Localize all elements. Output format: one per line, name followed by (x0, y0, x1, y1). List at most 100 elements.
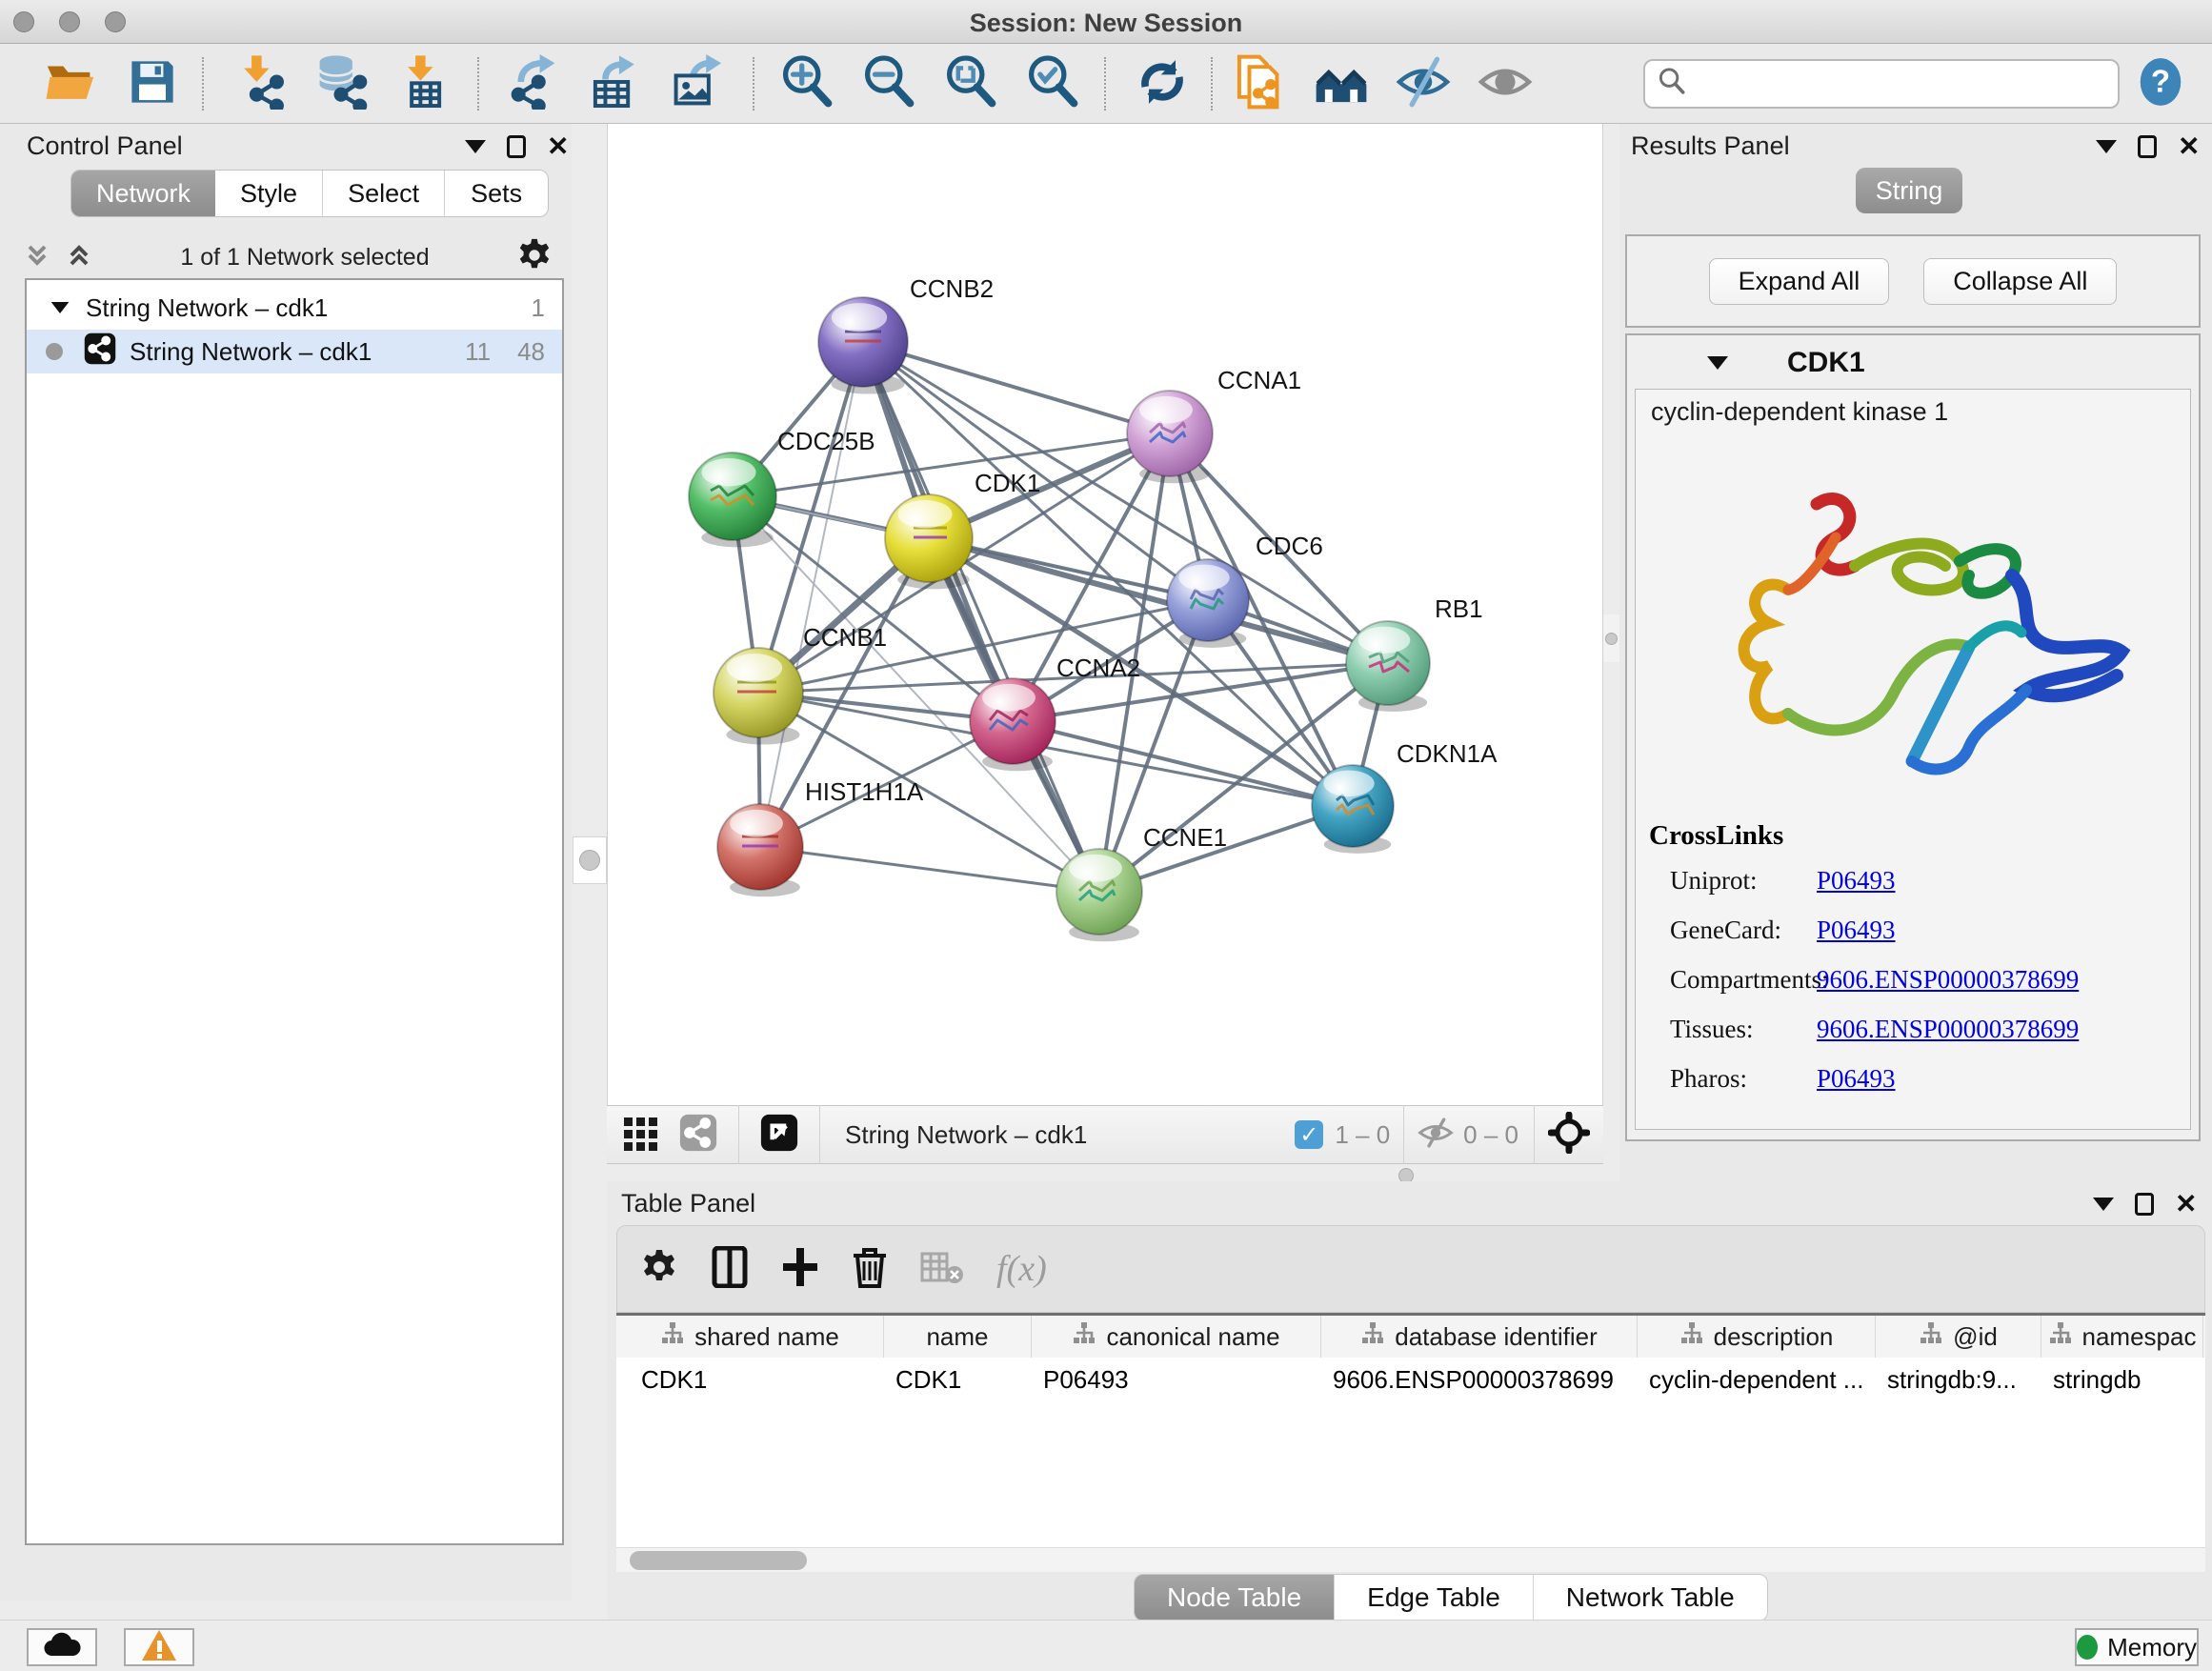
network-node-CCNE1[interactable] (1056, 849, 1142, 941)
network-node-CDC6[interactable] (1167, 559, 1249, 648)
crosshair-icon[interactable] (1548, 1112, 1590, 1158)
network-share-icon[interactable] (679, 1114, 717, 1157)
panel-collapse-icon[interactable] (465, 140, 486, 153)
panel-float-icon[interactable] (2135, 1193, 2154, 1216)
cloud-button[interactable] (27, 1628, 97, 1666)
right-splitter-handle[interactable] (1603, 614, 1619, 662)
tab-network-table[interactable]: Network Table (1534, 1575, 1767, 1621)
crosslink-link[interactable]: P06493 (1817, 1064, 1896, 1114)
column-header-namespac[interactable]: namespac (2041, 1316, 2203, 1358)
network-node-HIST1H1A[interactable] (717, 804, 803, 896)
grid-view-icon[interactable] (622, 1114, 660, 1157)
collapse-all-networks-icon[interactable] (65, 241, 93, 274)
table-cell[interactable]: CDK1 (616, 1358, 884, 1401)
zoom-selected-button[interactable] (1022, 53, 1083, 114)
export-network-button[interactable] (503, 53, 564, 114)
crosslink-link[interactable]: P06493 (1817, 916, 1896, 965)
network-node-CDK1[interactable] (885, 494, 973, 589)
tree-expand-icon[interactable] (51, 302, 70, 313)
tab-node-table[interactable]: Node Table (1135, 1575, 1335, 1621)
network-graph[interactable]: CCNB2CCNA1CDC25BCDK1CDC6RB1CCNB1CCNA2CDK… (608, 124, 1604, 1105)
panel-float-icon[interactable] (507, 135, 526, 158)
column-header-description[interactable]: description (1638, 1316, 1876, 1358)
panel-close-icon[interactable]: ✕ (2178, 135, 2200, 158)
left-splitter-handle[interactable] (573, 836, 607, 884)
tab-style[interactable]: Style (215, 171, 323, 216)
network-row[interactable]: String Network – cdk1 11 48 (27, 330, 562, 373)
hide-selected-button[interactable] (1393, 53, 1454, 114)
selected-checkbox[interactable]: ✓ (1295, 1120, 1323, 1149)
import-network-file-button[interactable] (229, 53, 290, 114)
tab-string[interactable]: String (1856, 168, 1962, 213)
panel-collapse-icon[interactable] (2093, 1198, 2114, 1211)
column-header-name[interactable]: name (884, 1316, 1032, 1358)
network-edge[interactable] (863, 342, 1170, 433)
export-table-button[interactable] (585, 53, 646, 114)
network-canvas[interactable]: CCNB2CCNA1CDC25BCDK1CDC6RB1CCNB1CCNA2CDK… (607, 124, 1603, 1105)
table-cell[interactable]: stringdb:9... (1876, 1358, 2041, 1401)
show-all-button[interactable] (1475, 53, 1536, 114)
network-node-CCNA1[interactable] (1127, 391, 1213, 483)
column-header-@id[interactable]: @id (1876, 1316, 2041, 1358)
zoom-out-button[interactable] (858, 53, 919, 114)
string-home-button[interactable] (1311, 53, 1372, 114)
table-hscroll-thumb[interactable] (630, 1551, 807, 1570)
network-edge[interactable] (760, 342, 863, 847)
import-table-file-button[interactable] (392, 53, 453, 114)
table-cell[interactable]: stringdb (2041, 1358, 2203, 1401)
expand-all-networks-icon[interactable] (23, 241, 51, 274)
delete-column-icon[interactable] (852, 1246, 888, 1293)
column-header-canonical-name[interactable]: canonical name (1032, 1316, 1321, 1358)
network-edge[interactable] (863, 342, 1099, 892)
crosslink-link[interactable]: 9606.ENSP00000378699 (1817, 965, 2079, 1015)
column-header-shared-name[interactable]: shared name (616, 1316, 884, 1358)
show-columns-icon[interactable] (711, 1246, 749, 1293)
search-input[interactable] (1687, 70, 2097, 99)
gear-icon[interactable] (516, 237, 553, 278)
memory-button[interactable]: Memory (2075, 1628, 2199, 1666)
crosslink-link[interactable]: P06493 (1817, 866, 1896, 916)
tab-edge-table[interactable]: Edge Table (1335, 1575, 1534, 1621)
network-node-CCNB1[interactable] (714, 648, 803, 745)
hidden-eye-icon[interactable] (1418, 1115, 1454, 1156)
refresh-button[interactable] (1132, 53, 1193, 114)
warning-button[interactable] (124, 1628, 194, 1666)
expand-all-button[interactable]: Expand All (1709, 258, 1890, 305)
panel-close-icon[interactable]: ✕ (2175, 1193, 2197, 1216)
add-column-icon[interactable] (781, 1246, 819, 1293)
birdseye-view-icon[interactable] (760, 1114, 798, 1157)
table-hscrollbar[interactable] (616, 1547, 2205, 1572)
table-row[interactable]: CDK1CDK1P064939606.ENSP00000378699cyclin… (616, 1358, 2205, 1401)
network-node-CCNA2[interactable] (970, 678, 1056, 771)
tab-network[interactable]: Network (71, 171, 215, 216)
copy-button[interactable] (1229, 53, 1290, 114)
help-button[interactable]: ? (2130, 53, 2191, 114)
export-image-button[interactable] (667, 53, 728, 114)
gear-icon[interactable] (640, 1248, 678, 1291)
network-collection-row[interactable]: String Network – cdk1 1 (27, 286, 562, 330)
tab-select[interactable]: Select (323, 171, 445, 216)
network-node-CDC25B[interactable] (689, 453, 776, 547)
collapse-all-button[interactable]: Collapse All (1923, 258, 2117, 305)
table-cell[interactable]: CDK1 (884, 1358, 1032, 1401)
network-node-CDKN1A[interactable] (1312, 765, 1394, 854)
table-cell[interactable]: 9606.ENSP00000378699 (1321, 1358, 1638, 1401)
zoom-in-button[interactable] (776, 53, 837, 114)
column-header-database-identifier[interactable]: database identifier (1321, 1316, 1638, 1358)
section-collapse-icon[interactable] (1707, 356, 1728, 370)
panel-collapse-icon[interactable] (2096, 140, 2117, 153)
tab-sets[interactable]: Sets (445, 171, 548, 216)
table-cell[interactable]: P06493 (1032, 1358, 1321, 1401)
crosslink-link[interactable]: 9606.ENSP00000378699 (1817, 1015, 2079, 1064)
search-box[interactable] (1643, 59, 2120, 109)
panel-close-icon[interactable]: ✕ (547, 135, 569, 158)
gene-section-header[interactable]: CDK1 (1635, 341, 2191, 385)
network-edge[interactable] (760, 847, 1099, 892)
network-node-RB1[interactable] (1346, 621, 1430, 712)
zoom-fit-button[interactable] (940, 53, 1001, 114)
open-session-button[interactable] (40, 53, 101, 114)
panel-float-icon[interactable] (2138, 135, 2157, 158)
import-network-database-button[interactable] (311, 53, 372, 114)
table-cell[interactable]: cyclin-dependent ... (1638, 1358, 1876, 1401)
save-session-button[interactable] (122, 53, 183, 114)
